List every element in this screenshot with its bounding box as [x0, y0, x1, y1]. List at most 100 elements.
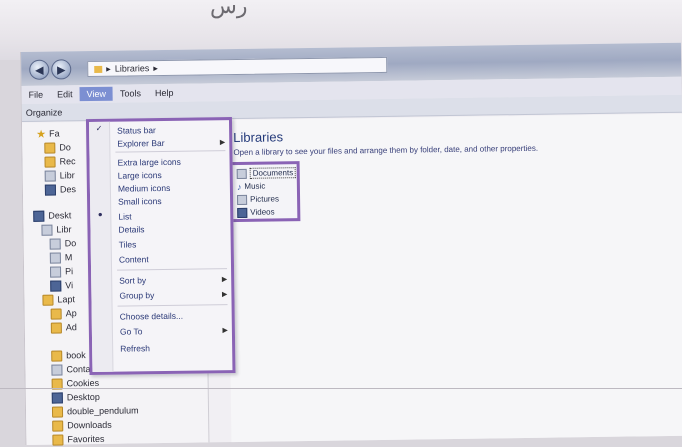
nav-label: Deskt [48, 210, 72, 221]
menu-label: Extra large icons [117, 156, 181, 168]
menu-item-sort-by[interactable]: Sort by ▶ [111, 272, 231, 287]
nav-label: Rec [59, 156, 76, 167]
nav-item[interactable]: Libr [41, 222, 72, 236]
menu-item-tiles[interactable]: Tiles [111, 236, 231, 251]
chevron-right-icon: ▸ [106, 63, 111, 74]
menu-item-explorer-bar[interactable]: Explorer Bar ▶ [109, 135, 229, 150]
menu-label: List [118, 210, 132, 222]
desktop-icon [44, 184, 57, 196]
nav-item[interactable]: Do [44, 140, 71, 154]
nav-label: double_pendulum [66, 405, 139, 417]
folder-icon [44, 156, 56, 168]
nav-label: M [64, 252, 73, 263]
breadcrumb[interactable]: Libraries [115, 63, 150, 73]
nav-label: Des [59, 184, 77, 195]
menu-label: Medium icons [117, 182, 171, 194]
music-icon [49, 251, 61, 264]
nav-label: Desktop [66, 391, 100, 403]
menu-separator [115, 150, 226, 153]
back-icon[interactable]: ◀ [29, 59, 50, 80]
nav-item-desktop-folder[interactable]: Desktop [51, 390, 100, 405]
user-folder-icon [42, 294, 54, 306]
desktop-icon [51, 391, 63, 404]
library-list: Documents ♪ Music Pictures Videos [227, 161, 301, 223]
library-label: Videos [250, 207, 275, 217]
menu-label: Go To [119, 325, 143, 337]
library-icon [41, 224, 53, 236]
library-label: Documents [249, 167, 297, 179]
contacts-icon [51, 363, 63, 376]
folder-icon [50, 321, 62, 334]
menu-label: Sort by [119, 274, 147, 286]
nav-label: Lapt [57, 294, 76, 305]
submenu-arrow-icon: ▶ [221, 275, 228, 283]
desktop-icon [33, 210, 45, 222]
nav-item-book[interactable]: book [51, 348, 86, 362]
nav-item-favorites-folder[interactable]: Favorites [52, 432, 104, 447]
menu-edit[interactable]: Edit [50, 87, 80, 101]
nav-item-double-pendulum[interactable]: double_pendulum [51, 403, 139, 418]
menu-label: Group by [119, 289, 155, 301]
menu-item-content[interactable]: Content [111, 251, 231, 266]
nav-label: Ap [65, 308, 77, 319]
videos-icon [237, 207, 248, 218]
menu-help[interactable]: Help [148, 86, 181, 100]
view-dropdown-menu: ✓ Status bar Explorer Bar ▶ Extra large i… [85, 117, 236, 376]
menu-item-small-icons[interactable]: Small icons [110, 193, 230, 208]
chevron-right-icon: ▸ [153, 62, 158, 73]
folder-icon [51, 405, 64, 418]
nav-item-favorites[interactable]: ★ Fa [36, 126, 60, 140]
menu-label: Details [118, 223, 145, 235]
nav-label: book [66, 350, 86, 361]
nav-item[interactable]: Libr [44, 168, 75, 182]
nav-item[interactable]: Lapt [42, 292, 75, 306]
forward-icon[interactable]: ▶ [51, 59, 72, 80]
folder-icon [50, 307, 62, 320]
page-subtitle: Open a library to see your files and arr… [233, 143, 539, 158]
library-label: Music [244, 181, 266, 191]
folder-icon [94, 65, 103, 73]
menu-separator [117, 268, 228, 271]
nav-label: Cookies [66, 377, 100, 389]
nav-item[interactable]: M [49, 250, 73, 264]
document-icon [49, 237, 61, 250]
nav-label: Do [59, 142, 71, 153]
nav-item[interactable]: Ad [50, 320, 77, 334]
menu-item-group-by[interactable]: Group by ▶ [111, 287, 231, 302]
address-bar[interactable]: ▸ Libraries ▸ [87, 56, 388, 78]
check-icon: ✓ [95, 123, 103, 133]
nav-item[interactable]: Rec [44, 154, 76, 168]
nav-label: Downloads [67, 419, 112, 431]
nav-label: Ad [65, 322, 77, 333]
nav-label: Libr [59, 170, 75, 181]
menu-item-details[interactable]: Details [110, 221, 230, 236]
photo-edge [0, 388, 682, 389]
menu-label: Status bar [117, 124, 156, 136]
nav-item[interactable]: Pi [49, 264, 74, 278]
nav-item-downloads[interactable]: Downloads [52, 418, 112, 433]
nav-item[interactable]: Ap [50, 306, 77, 320]
nav-item[interactable]: Des [44, 182, 77, 196]
menu-separator [117, 304, 228, 307]
nav-label: Pi [64, 266, 74, 277]
nav-item-desktop[interactable]: Deskt [33, 208, 71, 223]
library-item-music[interactable]: ♪ Music [237, 181, 266, 192]
submenu-arrow-icon: ▶ [221, 290, 228, 298]
nav-item[interactable]: Do [49, 236, 77, 250]
menu-item-choose-details[interactable]: Choose details... [112, 308, 232, 323]
menu-tools[interactable]: Tools [113, 86, 148, 100]
menu-item-refresh[interactable]: Refresh [112, 340, 232, 355]
handwritten-note: رس [210, 0, 248, 19]
menu-file[interactable]: File [22, 88, 51, 102]
nav-label: Vi [65, 280, 74, 291]
nav-label: Fa [49, 128, 60, 139]
library-item-pictures[interactable]: Pictures [237, 193, 279, 205]
menu-view[interactable]: View [79, 86, 114, 102]
library-item-documents[interactable]: Documents [236, 167, 297, 179]
menu-label: Refresh [120, 342, 150, 354]
library-item-videos[interactable]: Videos [237, 206, 275, 218]
menu-item-go-to[interactable]: Go To ▶ [112, 323, 232, 338]
organize-button[interactable]: Organize [26, 107, 63, 118]
nav-item[interactable]: Vi [50, 278, 73, 292]
submenu-arrow-icon: ▶ [222, 326, 228, 334]
